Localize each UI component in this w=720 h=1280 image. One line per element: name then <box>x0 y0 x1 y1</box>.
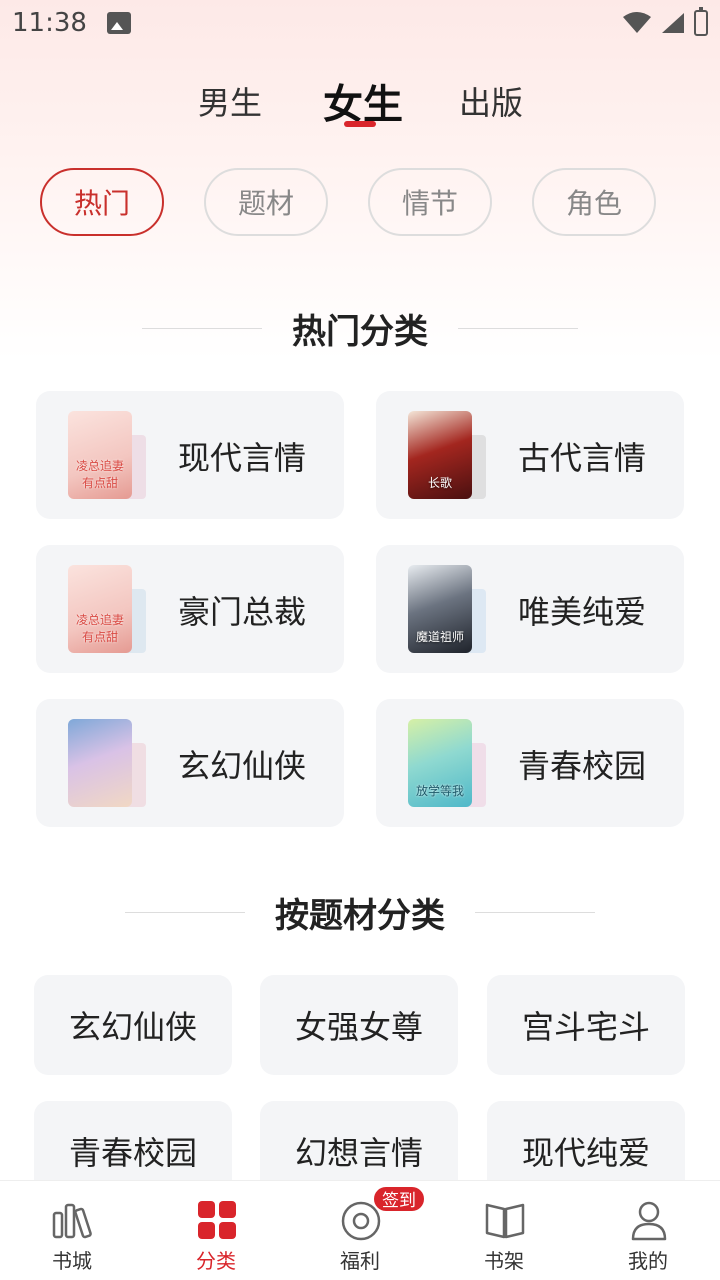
divider <box>458 327 578 329</box>
book-cover: 放学等我 <box>408 719 472 807</box>
checkin-badge: 签到 <box>372 1185 426 1213</box>
cover-title: 凌总追妻有点甜 <box>75 459 124 490</box>
nav-bookshelf[interactable]: 书架 <box>432 1181 576 1280</box>
status-time: 11:38 <box>12 8 87 38</box>
theme-category-item[interactable]: 女强女尊 <box>260 975 458 1075</box>
nav-label: 书架 <box>484 1249 524 1273</box>
nav-label: 分类 <box>196 1249 236 1273</box>
tab-publish[interactable]: 出版 <box>459 78 523 124</box>
status-indicators <box>622 7 708 36</box>
category-label: 青春校园 <box>518 747 647 785</box>
status-bar: 11:38 <box>0 0 720 50</box>
hot-category-card[interactable]: 魔道祖师 唯美纯爱 <box>376 545 684 673</box>
nav-welfare[interactable]: 签到 福利 <box>288 1181 432 1280</box>
cover-title: 长歌 <box>427 476 452 490</box>
cover-title: 放学等我 <box>415 784 464 798</box>
chip-plot[interactable]: 情节 <box>368 168 492 236</box>
book-cover <box>68 719 132 807</box>
hot-category-card[interactable]: 凌总追妻有点甜 现代言情 <box>36 391 344 519</box>
tab-male[interactable]: 男生 <box>198 78 262 124</box>
bookshelf-icon <box>485 1203 525 1239</box>
nav-bookstore[interactable]: 书城 <box>0 1181 144 1280</box>
cover-stack: 放学等我 <box>408 719 486 807</box>
theme-category-item[interactable]: 宫斗宅斗 <box>487 975 685 1075</box>
cover-stack: 长歌 <box>408 411 486 499</box>
book-cover: 长歌 <box>408 411 472 499</box>
theme-section-header: 按题材分类 <box>0 887 720 937</box>
chip-theme[interactable]: 题材 <box>204 168 328 236</box>
active-tab-indicator <box>344 121 376 127</box>
section-title: 热门分类 <box>292 311 428 352</box>
nav-label: 福利 <box>340 1249 380 1273</box>
book-cover: 凌总追妻有点甜 <box>68 411 132 499</box>
books-icon <box>52 1203 92 1239</box>
hot-category-card[interactable]: 长歌 古代言情 <box>376 391 684 519</box>
category-label: 豪门总裁 <box>178 593 307 631</box>
divider <box>125 911 245 913</box>
hot-category-card[interactable]: 玄幻仙侠 <box>36 699 344 827</box>
hot-category-card[interactable]: 凌总追妻有点甜 豪门总裁 <box>36 545 344 673</box>
cover-stack: 凌总追妻有点甜 <box>68 565 146 653</box>
chip-role[interactable]: 角色 <box>532 168 656 236</box>
divider <box>142 327 262 329</box>
cover-stack: 魔道祖师 <box>408 565 486 653</box>
category-label: 现代言情 <box>178 439 307 477</box>
bottom-navigation: 书城 分类 签到 福利 书架 我的 <box>0 1180 720 1280</box>
signal-icon <box>662 13 684 33</box>
cover-title: 魔道祖师 <box>415 630 464 644</box>
battery-icon <box>694 7 708 36</box>
wifi-icon <box>623 12 651 33</box>
category-label: 唯美纯爱 <box>518 593 647 631</box>
chip-hot[interactable]: 热门 <box>40 168 164 236</box>
theme-category-item[interactable]: 玄幻仙侠 <box>34 975 232 1075</box>
hot-section-header: 热门分类 <box>0 303 720 353</box>
category-grid-icon <box>198 1201 236 1239</box>
nav-profile[interactable]: 我的 <box>576 1181 720 1280</box>
book-cover: 魔道祖师 <box>408 565 472 653</box>
cover-stack: 凌总追妻有点甜 <box>68 411 146 499</box>
gender-tabs: 男生 女生 出版 <box>0 70 720 140</box>
section-title: 按题材分类 <box>275 895 445 936</box>
hot-category-card[interactable]: 放学等我 青春校园 <box>376 699 684 827</box>
divider <box>475 911 595 913</box>
image-notification-icon <box>107 12 131 34</box>
cover-stack <box>68 719 146 807</box>
nav-category[interactable]: 分类 <box>144 1181 288 1280</box>
category-label: 古代言情 <box>518 439 647 477</box>
cover-title: 凌总追妻有点甜 <box>75 613 124 644</box>
nav-label: 我的 <box>628 1249 668 1273</box>
nav-label: 书城 <box>52 1249 92 1273</box>
profile-icon <box>631 1201 667 1241</box>
category-label: 玄幻仙侠 <box>178 747 307 785</box>
filter-chips: 热门 题材 情节 角色 <box>0 168 720 238</box>
book-cover: 凌总追妻有点甜 <box>68 565 132 653</box>
